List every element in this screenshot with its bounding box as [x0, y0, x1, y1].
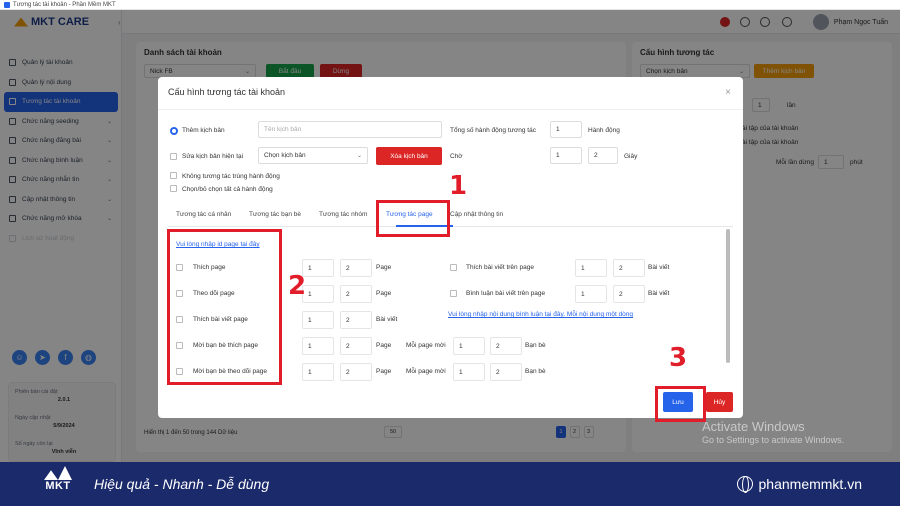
invite-follow-unit: Page [376, 368, 392, 375]
wait-label: Chờ [450, 153, 463, 160]
comment-content-link[interactable]: Vui lòng nhập nội dung bình luận tại đây… [448, 311, 633, 318]
choose-scenario-value: Chọn kịch bản [264, 152, 306, 159]
comment-page-post-unit: Bài viết [648, 290, 670, 297]
like-page-posts-unit: Bài viết [376, 316, 398, 323]
select-all-checkbox[interactable] [170, 185, 177, 192]
invite-like-each-from-input[interactable]: 1 [453, 337, 485, 355]
wait-from-input[interactable]: 1 [550, 147, 582, 164]
tab-update-info[interactable]: Cập nhật thông tin [450, 211, 503, 218]
no-duplicate-label: Không tương tác trùng hành động [182, 173, 280, 180]
invite-like-each-unit: Bạn bè [525, 342, 546, 349]
banner-website[interactable]: phanmemmkt.vn [736, 476, 862, 493]
like-page-posts-from-input[interactable]: 1 [302, 311, 334, 329]
follow-page-unit: Page [376, 290, 392, 297]
tab-groups[interactable]: Tương tác nhóm [319, 211, 367, 218]
banner-slogan: Hiệu quả - Nhanh - Dễ dùng [94, 476, 270, 492]
like-page-post-to-input[interactable]: 2 [613, 259, 645, 277]
no-duplicate-checkbox[interactable] [170, 172, 177, 179]
invite-follow-to-input[interactable]: 2 [340, 363, 372, 381]
invite-follow-from-input[interactable]: 1 [302, 363, 334, 381]
annotation-box-1 [376, 200, 450, 237]
watermark-line-2: Go to Settings to activate Windows. [702, 435, 845, 445]
edit-current-checkbox[interactable] [170, 153, 177, 160]
wait-to-input[interactable]: 2 [588, 147, 618, 164]
close-icon[interactable]: × [725, 87, 731, 98]
invite-follow-each-to-input[interactable]: 2 [490, 363, 522, 381]
modal-divider [158, 109, 743, 110]
like-page-post-unit: Bài viết [648, 264, 670, 271]
comment-page-post-label: Bình luận bài viết trên page [466, 290, 546, 297]
like-page-unit: Page [376, 264, 392, 271]
annotation-number-1: 1 [449, 171, 468, 201]
scrollbar[interactable] [726, 229, 730, 363]
watermark-line-1: Activate Windows [702, 419, 805, 434]
select-all-label: Chọn/bỏ chọn tất cả hành động [182, 186, 273, 193]
cancel-button[interactable]: Hủy [706, 392, 733, 412]
mkt-logo: MKT [38, 464, 78, 504]
like-page-post-checkbox[interactable] [450, 264, 457, 271]
annotation-box-3 [655, 386, 706, 422]
annotation-number-2: 2 [288, 271, 307, 301]
globe-icon [736, 476, 753, 493]
comment-page-post-from-input[interactable]: 1 [575, 285, 607, 303]
invite-follow-each-unit: Bạn bè [525, 368, 546, 375]
comment-page-post-to-input[interactable]: 2 [613, 285, 645, 303]
app-icon [4, 1, 10, 8]
action-tabs: Tương tác cá nhân Tương tác bạn bè Tương… [168, 205, 733, 227]
invite-follow-each-label: Mỗi page mời [406, 368, 446, 375]
logo-house-icon [44, 466, 72, 480]
follow-page-from-input[interactable]: 1 [302, 285, 334, 303]
annotation-box-2 [167, 229, 282, 385]
activate-windows-watermark: Activate Windows Go to Settings to activ… [702, 419, 844, 445]
invite-like-unit: Page [376, 342, 392, 349]
promo-banner: MKT Hiệu quả - Nhanh - Dễ dùng phanmemmk… [0, 462, 900, 506]
like-page-post-from-input[interactable]: 1 [575, 259, 607, 277]
window-titlebar: Tương tác tài khoản - Phần Mềm MKT [0, 0, 900, 10]
total-actions-input[interactable]: 1 [550, 121, 582, 138]
add-scenario-label: Thêm kịch bản [182, 127, 225, 134]
like-page-post-label: Thích bài viết trên page [466, 264, 534, 271]
tab-friends[interactable]: Tương tác bạn bè [249, 211, 301, 218]
follow-page-to-input[interactable]: 2 [340, 285, 372, 303]
delete-scenario-button[interactable]: Xóa kịch bản [376, 147, 442, 165]
chevron-down-icon: ⌄ [356, 153, 362, 159]
comment-page-post-checkbox[interactable] [450, 290, 457, 297]
like-page-from-input[interactable]: 1 [302, 259, 334, 277]
banner-website-text: phanmemmkt.vn [758, 476, 862, 492]
wait-unit: Giây [624, 153, 638, 160]
invite-like-each-label: Mỗi page mời [406, 342, 446, 349]
edit-current-label: Sửa kịch bản hiện tại [182, 153, 244, 160]
window-title: Tương tác tài khoản - Phần Mềm MKT [13, 1, 116, 8]
invite-like-each-to-input[interactable]: 2 [490, 337, 522, 355]
choose-scenario-select[interactable]: Chọn kịch bản ⌄ [258, 147, 368, 164]
invite-like-from-input[interactable]: 1 [302, 337, 334, 355]
modal-title: Cấu hình tương tác tài khoản [168, 87, 285, 97]
invite-like-to-input[interactable]: 2 [340, 337, 372, 355]
invite-follow-each-from-input[interactable]: 1 [453, 363, 485, 381]
scenario-name-input[interactable]: Tên kịch bản [258, 121, 442, 138]
annotation-number-3: 3 [669, 343, 688, 373]
like-page-to-input[interactable]: 2 [340, 259, 372, 277]
total-actions-label: Tổng số hành động tương tác [450, 127, 536, 134]
total-actions-unit: Hành động [588, 127, 620, 134]
like-page-posts-to-input[interactable]: 2 [340, 311, 372, 329]
tab-personal[interactable]: Tương tác cá nhân [176, 211, 231, 218]
add-scenario-radio[interactable] [170, 127, 178, 135]
banner-logo-text: MKT [45, 480, 71, 492]
